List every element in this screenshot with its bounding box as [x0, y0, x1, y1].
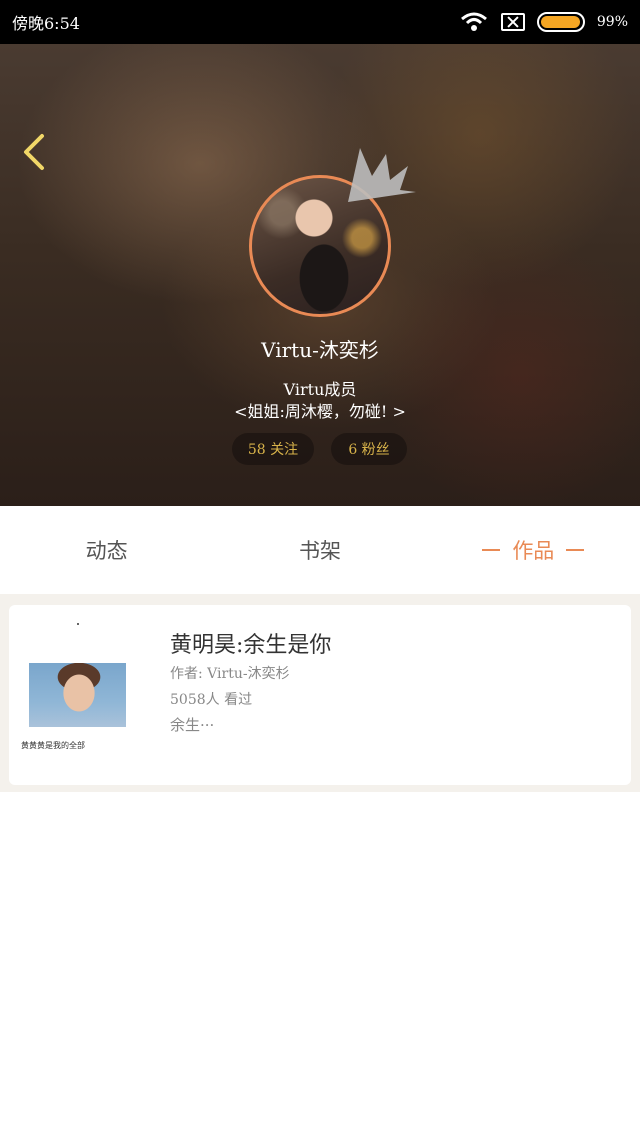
works-list: 黄黄黄是我的全部 黄明昊:余生是你 作者: Virtu-沐奕杉 5058人 看过… — [0, 594, 640, 1138]
profile-tabs: 动态 书架 作品 — [0, 506, 640, 594]
back-icon[interactable] — [18, 130, 50, 174]
tab-works[interactable]: 作品 — [427, 506, 640, 594]
book-excerpt: 余生··· — [170, 716, 215, 734]
status-time: 傍晚6:54 — [12, 14, 80, 33]
status-bar: 傍晚6:54 99% — [0, 0, 640, 44]
following-count-button[interactable]: 58 关注 — [232, 433, 314, 465]
wifi-icon — [459, 11, 489, 33]
battery-percent: 99% — [596, 14, 628, 30]
cover-photo — [29, 663, 126, 727]
book-author: 作者: Virtu-沐奕杉 — [170, 666, 290, 682]
tab-bookshelf-label: 书架 — [298, 539, 341, 563]
tab-works-label: 作品 — [512, 539, 555, 563]
tab-dynamics[interactable]: 动态 — [0, 506, 213, 594]
tab-works-dash-left — [482, 549, 501, 551]
status-icons: 99% — [459, 11, 628, 33]
book-title[interactable]: 黄明昊:余生是你 — [170, 627, 331, 659]
tab-bookshelf[interactable]: 书架 — [213, 506, 426, 594]
username: Virtu-沐奕杉 — [261, 338, 379, 362]
tab-works-dash-right — [566, 549, 585, 551]
fans-count-button[interactable]: 6 粉丝 — [331, 433, 407, 465]
bio-line-1: Virtu成员 — [283, 380, 357, 399]
cover-caption: 黄黄黄是我的全部 — [21, 741, 85, 750]
book-cover[interactable]: 黄黄黄是我的全部 — [21, 623, 133, 753]
bio-line-2: <姐姐:周沐樱，勿碰! > — [234, 402, 406, 421]
book-views: 5058人 看过 — [170, 692, 253, 708]
sim-icon — [500, 13, 525, 31]
profile-header: Virtu-沐奕杉 Virtu成员 <姐姐:周沐樱，勿碰! > 58 关注 6 … — [0, 44, 640, 506]
cover-dot — [77, 623, 79, 625]
work-card[interactable]: 黄黄黄是我的全部 黄明昊:余生是你 作者: Virtu-沐奕杉 5058人 看过… — [9, 605, 631, 785]
battery-fill — [540, 16, 581, 28]
tab-dynamics-label: 动态 — [85, 539, 128, 563]
battery-icon — [536, 12, 585, 32]
crown-icon — [340, 140, 420, 210]
